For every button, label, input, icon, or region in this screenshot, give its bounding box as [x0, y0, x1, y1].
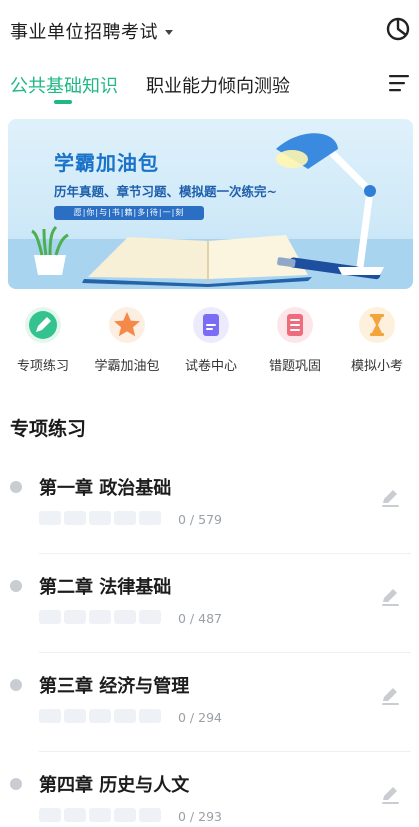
edit-pencil-icon[interactable]	[379, 586, 401, 608]
chapter-item[interactable]: 第二章 法律基础 0 / 487	[0, 554, 419, 653]
shortcut-paper-center[interactable]: 试卷中心	[169, 306, 253, 374]
pie-chart-icon[interactable]	[385, 16, 411, 42]
banner-illustration	[8, 133, 413, 289]
banner-title: 学霸加油包	[54, 151, 159, 175]
chapter-dot	[10, 778, 22, 790]
pencil-icon	[25, 307, 61, 343]
exam-title: 事业单位招聘考试	[10, 22, 158, 43]
chapter-dot	[10, 481, 22, 493]
notebook-icon	[277, 307, 313, 343]
shortcut-label: 错题巩固	[268, 359, 321, 374]
subject-tabs: 公共基础知识 职业能力倾向测验	[0, 58, 419, 110]
shortcut-label: 学霸加油包	[94, 359, 160, 374]
chapter-item[interactable]: 第三章 经济与管理 0 / 294	[0, 653, 419, 752]
edit-pencil-icon[interactable]	[379, 685, 401, 707]
chapter-progress: 0 / 487	[178, 611, 222, 626]
chapter-progress-blocks	[39, 709, 161, 723]
edit-pencil-icon[interactable]	[379, 784, 401, 806]
paper-icon	[193, 307, 229, 343]
chapter-progress: 0 / 293	[178, 809, 222, 824]
chapter-title: 第一章 政治基础	[39, 478, 172, 499]
shortcut-mistake-review[interactable]: 错题巩固	[253, 306, 337, 374]
chapter-progress: 0 / 579	[178, 512, 222, 527]
chapter-title: 第二章 法律基础	[39, 577, 172, 598]
chapter-item[interactable]: 第四章 历史与人文 0 / 293	[0, 752, 419, 827]
chapter-dot	[10, 679, 22, 691]
shortcut-label: 模拟小考	[350, 359, 403, 374]
shortcut-special-practice[interactable]: 专项练习	[1, 306, 85, 374]
section-title: 专项练习	[10, 418, 87, 440]
top-bar: 事业单位招聘考试	[0, 0, 419, 58]
chapter-item[interactable]: 第一章 政治基础 0 / 579	[0, 455, 419, 554]
promo-banner[interactable]: 学霸加油包 历年真题、章节习题、模拟题一次练完~ 愿|你|与|书|籍|多|待|一…	[8, 119, 413, 289]
chapter-progress-blocks	[39, 511, 161, 525]
active-tab-indicator	[54, 100, 72, 104]
caret-down-icon	[165, 29, 173, 35]
chapter-dot	[10, 580, 22, 592]
tab-public-basics[interactable]: 公共基础知识	[10, 72, 118, 98]
exam-selector[interactable]: 事业单位招聘考试	[10, 18, 173, 44]
menu-lines-icon[interactable]	[389, 74, 411, 92]
hourglass-icon	[359, 307, 395, 343]
banner-subtitle: 历年真题、章节习题、模拟题一次练完~	[54, 184, 277, 199]
chapter-progress: 0 / 294	[178, 710, 222, 725]
chapter-progress-blocks	[39, 808, 161, 822]
edit-pencil-icon[interactable]	[379, 487, 401, 509]
star-icon	[109, 307, 145, 343]
chapter-title: 第四章 历史与人文	[39, 775, 190, 796]
shortcut-label: 专项练习	[16, 359, 69, 374]
chapter-title: 第三章 经济与管理	[39, 676, 190, 697]
banner-tagline: 愿|你|与|书|籍|多|待|一|刻	[54, 206, 204, 220]
shortcut-label: 试卷中心	[184, 359, 237, 374]
tab-aptitude-test[interactable]: 职业能力倾向测验	[146, 72, 290, 98]
shortcut-boost-pack[interactable]: 学霸加油包	[85, 306, 169, 374]
shortcut-mock-quiz[interactable]: 模拟小考	[335, 306, 419, 374]
shortcut-grid: 专项练习 学霸加油包 试卷中心 错题巩固 模拟小考	[0, 306, 419, 386]
chapter-progress-blocks	[39, 610, 161, 624]
